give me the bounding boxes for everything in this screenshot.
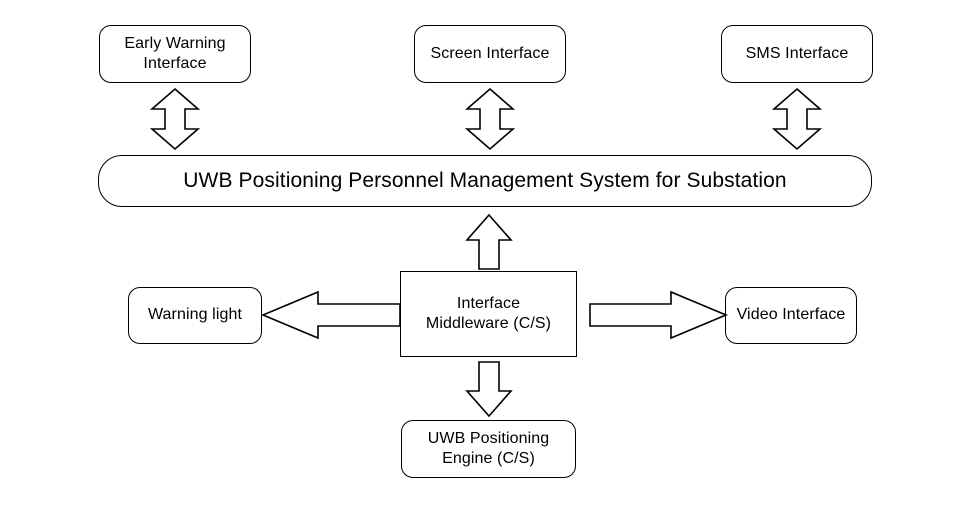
node-uwb-positioning-engine: UWB Positioning Engine (C/S) <box>401 420 576 478</box>
node-interface-middleware: Interface Middleware (C/S) <box>400 271 577 357</box>
node-video-interface: Video Interface <box>725 287 857 344</box>
connector-early-warning-double-arrow <box>149 87 201 151</box>
node-main-system: UWB Positioning Personnel Management Sys… <box>98 155 872 207</box>
node-warning-light: Warning light <box>128 287 262 344</box>
connector-middleware-to-system-up-arrow <box>465 213 513 270</box>
node-sms-interface: SMS Interface <box>721 25 873 83</box>
connector-screen-double-arrow <box>464 87 516 151</box>
connector-middleware-to-engine-down-arrow <box>465 361 513 418</box>
node-early-warning-interface: Early Warning Interface <box>99 25 251 83</box>
connector-middleware-to-video-right-arrow <box>589 290 729 340</box>
connector-sms-double-arrow <box>771 87 823 151</box>
connector-middleware-to-warning-light-left-arrow <box>260 290 401 340</box>
architecture-diagram: Early Warning Interface Screen Interface… <box>0 0 980 505</box>
node-screen-interface: Screen Interface <box>414 25 566 83</box>
